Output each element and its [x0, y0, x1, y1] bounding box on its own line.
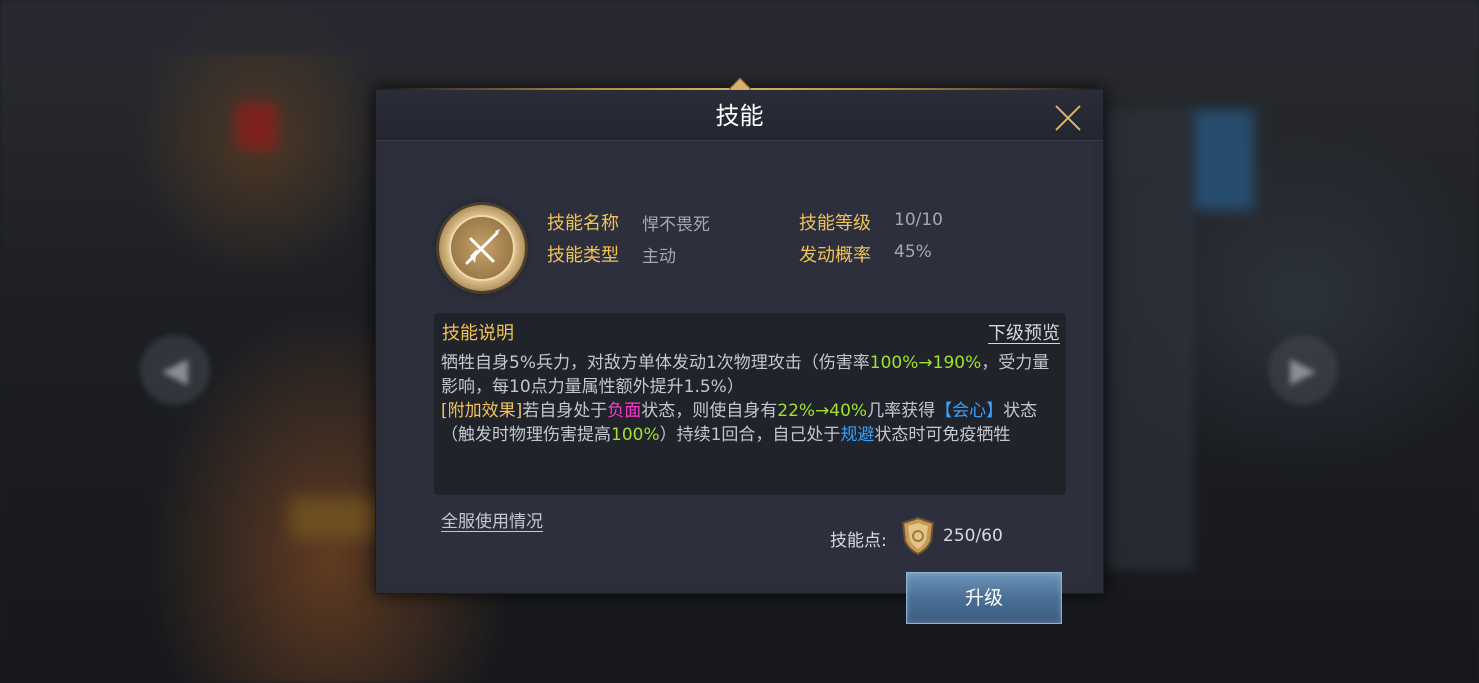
background-right-panel — [1104, 110, 1194, 570]
dialog-title: 技能 — [715, 102, 764, 130]
evade-status-link[interactable]: 规避 — [840, 425, 874, 445]
server-usage-link[interactable]: 全服使用情况 — [441, 507, 543, 532]
desc-segment: 状态，则使自身有 — [641, 401, 778, 421]
skill-name-value: 悍不畏死 — [642, 215, 710, 235]
desc-segment: 牺牲自身5%兵力，对敌方单体发动1次物理攻击（伤害率 — [441, 353, 870, 373]
desc-segment: 几率获得 — [867, 401, 936, 421]
description-title: 技能说明 — [442, 323, 514, 344]
next-level-preview-link[interactable]: 下级预览 — [988, 319, 1060, 345]
skill-level-value: 10/10 — [894, 210, 943, 230]
skill-point-shield-icon — [901, 517, 935, 555]
damage-boost-highlight: 100% — [611, 425, 660, 445]
skill-level-label: 技能等级 — [799, 213, 871, 234]
background-left-arrow-icon[interactable]: ◀ — [140, 335, 210, 405]
crossed-swords-icon — [465, 229, 501, 265]
skill-dialog: 技能 技能名称 悍不畏死 技能等级 10/10 技能类型 主动 发动概率 45%… — [375, 77, 1105, 624]
chance-highlight: 22%→40% — [777, 401, 868, 421]
skill-points-value: 250/60 — [943, 526, 1003, 546]
extra-effect-tag: [附加效果] — [441, 401, 523, 421]
background-top-bar — [0, 0, 1479, 55]
background-blue-card — [1192, 110, 1254, 210]
background-right-arrow-icon[interactable]: ▶ — [1268, 335, 1338, 405]
dialog-header: 技能 — [376, 90, 1103, 141]
dialog-body: 技能名称 悍不畏死 技能等级 10/10 技能类型 主动 发动概率 45% 技能… — [386, 142, 1093, 624]
damage-rate-highlight: 100%→190% — [869, 353, 982, 373]
skill-type-label: 技能类型 — [547, 245, 619, 266]
desc-segment: ）持续1回合，自己处于 — [659, 425, 841, 445]
skill-name-label: 技能名称 — [547, 213, 619, 234]
trigger-chance-label: 发动概率 — [799, 245, 871, 266]
desc-segment: 状态时可免疫牺牲 — [874, 425, 1011, 445]
desc-segment: 若自身处于 — [522, 401, 608, 421]
skill-points-label: 技能点: — [830, 531, 887, 551]
background-red-banner — [236, 102, 278, 150]
close-icon[interactable] — [1048, 98, 1088, 138]
critical-status-link[interactable]: 【会心】 — [935, 401, 1003, 421]
skill-type-value: 主动 — [642, 247, 676, 267]
skill-icon — [439, 205, 525, 291]
negative-status-highlight: 负面 — [607, 401, 642, 421]
trigger-chance-value: 45% — [894, 242, 932, 262]
description-text: 牺牲自身5%兵力，对敌方单体发动1次物理攻击（伤害率100%→190%，受力量影… — [441, 351, 1053, 447]
upgrade-button[interactable]: 升级 — [906, 572, 1062, 624]
skill-description-box: 技能说明 下级预览 牺牲自身5%兵力，对敌方单体发动1次物理攻击（伤害率100%… — [434, 313, 1066, 495]
